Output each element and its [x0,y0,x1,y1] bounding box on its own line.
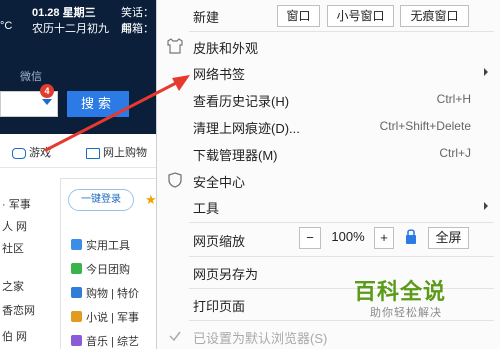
cart-icon [71,287,82,298]
new-small-window-button[interactable]: 小号窗口 [327,5,394,27]
side-link-label: 实用工具 [86,240,130,252]
zoom-out-button[interactable]: − [299,227,321,249]
menu-item-label: 查看历史记录(H) [193,94,290,109]
category-toolbar: 游戏 网上购物 [0,134,160,168]
book-icon [71,311,82,322]
menu-divider [189,31,494,32]
side-link[interactable]: 音乐 | 综艺 [71,333,139,349]
zoom-label: 网页缩放 [193,234,246,249]
shirt-icon [167,38,183,54]
zoom-value: 100% [331,229,365,244]
watermark-title: 百科全说 [354,279,447,304]
menu-item-tools[interactable]: 工具 [157,193,500,219]
menu-item-shortcut: Ctrl+J [439,146,471,160]
shopping-label: 网上购物 [103,147,147,159]
zoom-in-button[interactable]: + [374,227,394,249]
left-link[interactable]: 之家 [2,278,24,294]
bag-icon [86,147,100,159]
lock-icon [406,229,416,244]
side-link[interactable]: 小说 | 军事 [71,309,139,325]
side-link[interactable]: 实用工具 [71,237,130,253]
menu-divider [189,222,494,223]
submenu-arrow-icon [484,68,488,76]
quick-links-panel: 一键登录 ★ 实用工具 今日团购 购物 | 特价 小说 | 军事 音乐 | 综艺 [60,178,160,349]
menu-item-history[interactable]: 查看历史记录(H) Ctrl+H [157,86,500,112]
menu-new-row: 新建 窗口 小号窗口 无痕窗口 [157,2,500,28]
left-link[interactable]: 伯 网 [2,328,27,344]
checkmark-icon [169,331,181,342]
menu-item-label: 打印页面 [193,299,246,314]
menu-item-label: 网络书签 [193,67,246,82]
menu-item-clear-traces[interactable]: 清理上网痕迹(D)... Ctrl+Shift+Delete [157,113,500,139]
weixin-tab[interactable]: 微信 [20,68,42,84]
star-icon[interactable]: ★ [145,192,157,208]
groupbuy-icon [71,263,82,274]
menu-item-label: 安全中心 [193,175,246,190]
menu-item-label: 下载管理器(M) [193,148,278,163]
side-link-label: 今日团购 [86,264,130,276]
menu-item-label: 已设置为默认浏览器(S) [193,331,328,346]
side-link[interactable]: 购物 | 特价 [71,285,139,301]
menu-item-label: 网页另存为 [193,267,259,282]
side-link-label: 小说 | 军事 [86,312,139,324]
left-link[interactable]: · 军事 [2,196,31,212]
menu-new-label: 新建 [193,10,220,25]
fullscreen-button[interactable]: 全屏 [428,227,469,249]
music-icon [71,335,82,346]
menu-item-bookmarks[interactable]: 网络书签 [157,59,500,85]
left-link[interactable]: 香恋网 [2,302,35,318]
menu-item-label: 工具 [193,201,220,216]
menu-item-shortcut: Ctrl+H [436,92,471,106]
side-link-label: 音乐 | 综艺 [86,336,139,348]
submenu-arrow-icon [484,202,488,210]
quick-login-button[interactable]: 一键登录 [68,189,134,211]
search-button[interactable]: 搜索 [67,91,129,117]
menu-item-label: 清理上网痕迹(D)... [193,121,300,136]
gamepad-icon [12,147,26,159]
side-link-label: 购物 | 特价 [86,288,139,300]
watermark-subtitle: 助你轻松解决 [370,307,442,319]
mail-link[interactable]: 邮箱： [121,20,154,36]
date-text: 01.28 星期三 [32,7,96,19]
left-link[interactable]: 人 网 [2,218,27,234]
portal-header: °C 01.28 星期三 农历十二月初九 笑话：用 邮箱： 微信 4 搜索 [0,0,160,134]
menu-divider [189,256,494,257]
menu-item-skins[interactable]: 皮肤和外观 [157,33,500,59]
new-incognito-window-button[interactable]: 无痕窗口 [400,5,469,27]
menu-item-security-center[interactable]: 安全中心 [157,167,500,193]
games-link[interactable]: 游戏 [12,144,51,160]
tools-icon [71,239,82,250]
shopping-link[interactable]: 网上购物 [86,144,147,160]
notification-badge: 4 [40,84,54,98]
menu-item-downloads[interactable]: 下载管理器(M) Ctrl+J [157,140,500,166]
temperature-text: °C [0,20,13,32]
menu-item-label: 皮肤和外观 [193,41,259,56]
watermark-logo: 百科全说 助你轻松解决 [350,274,500,349]
zoom-lock-button[interactable] [400,227,422,249]
games-label: 游戏 [29,147,51,159]
shield-icon [168,172,182,188]
lunar-date-text: 农历十二月初九 [32,23,109,35]
menu-item-shortcut: Ctrl+Shift+Delete [379,119,471,133]
left-link[interactable]: 社区 [2,240,24,256]
side-link[interactable]: 今日团购 [71,261,130,277]
new-window-button[interactable]: 窗口 [277,5,320,27]
search-engine-dropdown-icon[interactable] [42,99,52,105]
